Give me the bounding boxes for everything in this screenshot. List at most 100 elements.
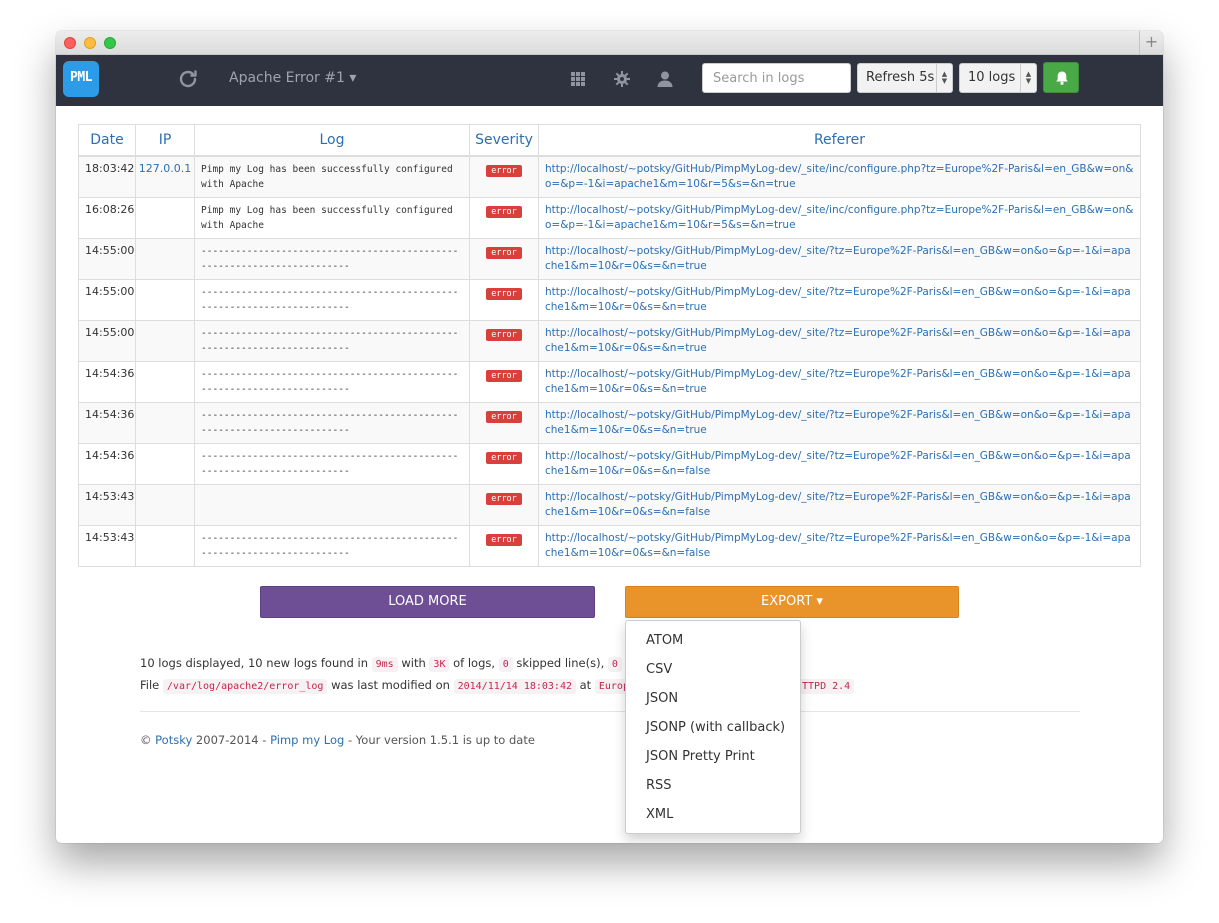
- duration-value: 9ms: [371, 657, 398, 672]
- export-option-csv[interactable]: CSV: [626, 655, 800, 684]
- stats-text-part: of logs,: [449, 656, 499, 670]
- severity-badge: error: [486, 410, 522, 423]
- refresh-interval-select[interactable]: Refresh 5s ▲ ▼: [857, 63, 953, 93]
- table-row[interactable]: 14:55:00 -------------------------------…: [78, 237, 1141, 280]
- cell-ip[interactable]: [135, 360, 195, 403]
- cell-referer[interactable]: http://localhost/~potsky/GitHub/PimpMyLo…: [538, 196, 1141, 239]
- table-row[interactable]: 14:54:36 -------------------------------…: [78, 360, 1141, 403]
- severity-badge: error: [486, 369, 522, 382]
- cell-ip[interactable]: [135, 442, 195, 485]
- severity-badge: error: [486, 451, 522, 464]
- cell-referer[interactable]: http://localhost/~potsky/GitHub/PimpMyLo…: [538, 483, 1141, 526]
- new-tab-button[interactable]: +: [1139, 31, 1163, 55]
- cell-referer[interactable]: http://localhost/~potsky/GitHub/PimpMyLo…: [538, 237, 1141, 280]
- cell-log: ----------------------------------------…: [194, 401, 470, 444]
- export-option-json-pretty-print[interactable]: JSON Pretty Print: [626, 742, 800, 771]
- select-arrows-icon: ▲ ▼: [936, 64, 952, 92]
- close-window-button[interactable]: [64, 37, 76, 49]
- table-row[interactable]: 14:53:43 -------------------------------…: [78, 524, 1141, 567]
- user-icon[interactable]: [656, 70, 674, 88]
- stats-text-part: skipped line(s),: [512, 656, 608, 670]
- export-button[interactable]: EXPORT ▾: [625, 586, 959, 618]
- cell-ip[interactable]: [135, 401, 195, 444]
- cell-severity: error: [469, 196, 539, 239]
- cell-severity: error: [469, 442, 539, 485]
- table-row[interactable]: 14:53:43 error http://localhost/~potsky/G…: [78, 483, 1141, 526]
- logo-text: PML: [70, 70, 92, 85]
- severity-badge: error: [486, 492, 522, 505]
- table-row[interactable]: 14:54:36 -------------------------------…: [78, 401, 1141, 444]
- column-header-log[interactable]: Log: [194, 124, 470, 157]
- minimize-window-button[interactable]: [84, 37, 96, 49]
- export-option-atom[interactable]: ATOM: [626, 626, 800, 655]
- notifications-button[interactable]: [1043, 62, 1079, 93]
- app-link[interactable]: Pimp my Log: [270, 733, 344, 747]
- table-row[interactable]: 14:55:00 -------------------------------…: [78, 319, 1141, 362]
- table-row[interactable]: 18:03:42 127.0.0.1 Pimp my Log has been s…: [78, 155, 1141, 198]
- cell-date: 14:55:00: [78, 319, 136, 362]
- table-row[interactable]: 16:08:26 Pimp my Log has been successful…: [78, 196, 1141, 239]
- cell-date: 16:08:26: [78, 196, 136, 239]
- stats-line-2: File /var/log/apache2/error_log was last…: [140, 675, 1040, 697]
- size-value: 3K: [429, 657, 450, 672]
- gear-icon[interactable]: [613, 70, 631, 88]
- log-file-selector[interactable]: Apache Error #1 ▾: [229, 70, 356, 86]
- cell-date: 14:54:36: [78, 442, 136, 485]
- cell-ip[interactable]: [135, 483, 195, 526]
- refresh-interval-value: Refresh 5s: [866, 70, 935, 85]
- cell-referer[interactable]: http://localhost/~potsky/GitHub/PimpMyLo…: [538, 278, 1141, 321]
- cell-ip[interactable]: [135, 196, 195, 239]
- cell-severity: error: [469, 401, 539, 444]
- export-option-json[interactable]: JSON: [626, 684, 800, 713]
- app-logo[interactable]: PML: [63, 61, 99, 97]
- maximize-window-button[interactable]: [104, 37, 116, 49]
- modified-date: 2014/11/14 18:03:42: [453, 679, 576, 694]
- cell-ip[interactable]: [135, 524, 195, 567]
- cell-ip[interactable]: 127.0.0.1: [135, 155, 195, 198]
- cell-ip[interactable]: [135, 278, 195, 321]
- column-header-date[interactable]: Date: [78, 124, 136, 157]
- bell-icon: [1056, 71, 1068, 85]
- export-option-jsonp-with-callback[interactable]: JSONP (with callback): [626, 713, 800, 742]
- cell-date: 14:55:00: [78, 278, 136, 321]
- cell-ip[interactable]: [135, 237, 195, 280]
- cell-referer[interactable]: http://localhost/~potsky/GitHub/PimpMyLo…: [538, 155, 1141, 198]
- cell-date: 14:55:00: [78, 237, 136, 280]
- grid-icon[interactable]: [569, 70, 587, 88]
- cell-log: ----------------------------------------…: [194, 524, 470, 567]
- load-more-button[interactable]: LOAD MORE: [260, 586, 595, 618]
- cell-referer[interactable]: http://localhost/~potsky/GitHub/PimpMyLo…: [538, 401, 1141, 444]
- cell-log: ----------------------------------------…: [194, 237, 470, 280]
- cell-severity: error: [469, 524, 539, 567]
- footer-divider: [140, 711, 1080, 712]
- severity-badge: error: [486, 533, 522, 546]
- refresh-icon[interactable]: [176, 67, 200, 91]
- footer-years: 2007-2014 -: [192, 733, 271, 747]
- browser-window: + PML Apache Error #1 ▾ Search in logs R…: [56, 31, 1163, 843]
- author-link[interactable]: Potsky: [155, 733, 192, 747]
- export-option-rss[interactable]: RSS: [626, 771, 800, 800]
- cell-severity: error: [469, 319, 539, 362]
- export-option-xml[interactable]: XML: [626, 800, 800, 829]
- cell-log: Pimp my Log has been successfully config…: [194, 155, 470, 198]
- cell-severity: error: [469, 155, 539, 198]
- cell-referer[interactable]: http://localhost/~potsky/GitHub/PimpMyLo…: [538, 442, 1141, 485]
- cell-ip[interactable]: [135, 319, 195, 362]
- column-header-severity[interactable]: Severity: [469, 124, 539, 157]
- cell-severity: error: [469, 360, 539, 403]
- navbar: PML Apache Error #1 ▾ Refres: [56, 55, 1163, 106]
- column-header-referer[interactable]: Referer: [538, 124, 1141, 157]
- cell-log: [194, 483, 470, 526]
- column-header-ip[interactable]: IP: [135, 124, 195, 157]
- stats-text: 10 logs displayed, 10 new logs found in …: [140, 653, 1040, 697]
- cell-referer[interactable]: http://localhost/~potsky/GitHub/PimpMyLo…: [538, 319, 1141, 362]
- log-count-select[interactable]: 10 logs ▲ ▼: [959, 63, 1037, 93]
- search-input[interactable]: [702, 63, 851, 93]
- table-row[interactable]: 14:54:36 -------------------------------…: [78, 442, 1141, 485]
- table-row[interactable]: 14:55:00 -------------------------------…: [78, 278, 1141, 321]
- cell-date: 14:54:36: [78, 360, 136, 403]
- cell-log: ----------------------------------------…: [194, 360, 470, 403]
- file-path: /var/log/apache2/error_log: [162, 679, 328, 694]
- cell-referer[interactable]: http://localhost/~potsky/GitHub/PimpMyLo…: [538, 524, 1141, 567]
- cell-referer[interactable]: http://localhost/~potsky/GitHub/PimpMyLo…: [538, 360, 1141, 403]
